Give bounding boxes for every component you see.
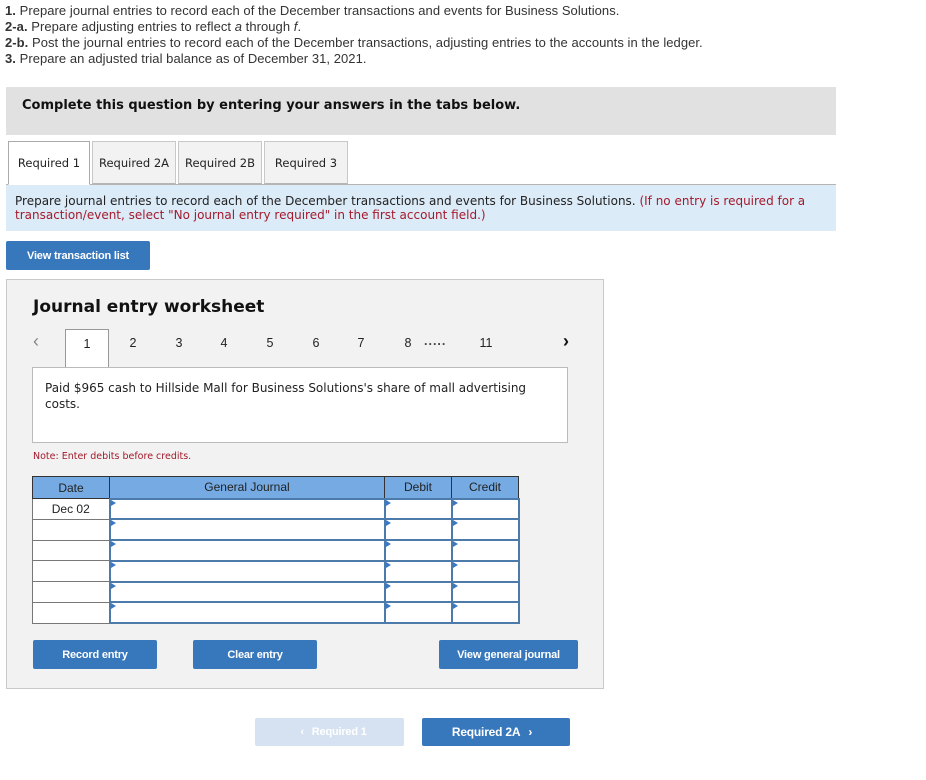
credit-field[interactable] [450, 518, 520, 542]
debit-field[interactable] [383, 601, 453, 625]
prev-entry-icon[interactable]: ‹ [33, 331, 39, 352]
instructions-panel: Prepare journal entries to record each o… [6, 185, 836, 231]
view-transaction-list-button[interactable]: View transaction list [6, 241, 150, 270]
table-row [32, 539, 520, 562]
page-1[interactable]: 1 [65, 329, 109, 367]
table-row [32, 601, 520, 625]
date-cell[interactable] [32, 518, 110, 541]
transaction-description: Paid $965 cash to Hillside Mall for Busi… [32, 367, 568, 443]
account-field[interactable] [108, 580, 386, 604]
credit-field[interactable] [450, 497, 520, 521]
tab-required-2b[interactable]: Required 2B [178, 141, 262, 184]
page-8[interactable]: 8 [398, 336, 418, 350]
dropdown-marker-icon [110, 561, 116, 568]
instruction-3: 3. Prepare an adjusted trial balance as … [5, 51, 367, 66]
journal-header-row: Date General Journal Debit Credit [32, 476, 519, 499]
table-row [32, 580, 520, 604]
clear-entry-button[interactable]: Clear entry [193, 640, 317, 669]
chevron-right-icon: › [528, 725, 533, 739]
page-3[interactable]: 3 [169, 336, 189, 350]
date-cell[interactable] [32, 581, 110, 603]
table-row [32, 518, 520, 542]
input-marker-icon [385, 603, 391, 610]
credit-field[interactable] [450, 580, 520, 604]
page-7[interactable]: 7 [351, 336, 371, 350]
dropdown-marker-icon [110, 520, 116, 527]
input-marker-icon [452, 499, 458, 506]
account-field[interactable] [108, 559, 386, 583]
header-debit: Debit [384, 476, 452, 499]
dropdown-marker-icon [110, 499, 116, 506]
header-credit: Credit [451, 476, 519, 499]
record-entry-button[interactable]: Record entry [33, 640, 157, 669]
next-entry-icon[interactable]: › [563, 331, 569, 352]
credit-field[interactable] [450, 559, 520, 583]
input-marker-icon [452, 561, 458, 568]
chevron-left-icon: ‹ [300, 726, 304, 738]
date-cell[interactable] [32, 601, 110, 624]
pager-ellipsis: ..... [424, 334, 447, 348]
table-row [32, 559, 520, 583]
input-marker-icon [452, 520, 458, 527]
page-5[interactable]: 5 [260, 336, 280, 350]
input-marker-icon [452, 582, 458, 589]
journal-entry-worksheet: Journal entry worksheet ‹ 1 2 3 4 5 6 7 … [6, 279, 604, 689]
debit-field[interactable] [383, 559, 453, 583]
account-field[interactable] [108, 518, 386, 542]
input-marker-icon [452, 541, 458, 548]
input-marker-icon [385, 561, 391, 568]
input-marker-icon [452, 603, 458, 610]
instruction-2a: 2-a. Prepare adjusting entries to reflec… [5, 19, 302, 34]
tab-required-1[interactable]: Required 1 [8, 141, 90, 185]
input-marker-icon [385, 499, 391, 506]
table-row: Dec 02 [32, 497, 520, 521]
tab-bar: Required 1 Required 2A Required 2B Requi… [8, 141, 350, 185]
account-field[interactable] [108, 601, 386, 625]
dropdown-marker-icon [110, 603, 116, 610]
debits-note: Note: Enter debits before credits. [33, 451, 192, 462]
view-general-journal-button[interactable]: View general journal [439, 640, 578, 669]
instruction-banner: Complete this question by entering your … [6, 87, 836, 135]
tab-required-3[interactable]: Required 3 [264, 141, 348, 184]
prev-required-button: ‹ Required 1 [255, 718, 404, 746]
date-cell[interactable] [32, 539, 110, 562]
instructions: 1. Prepare journal entries to record eac… [5, 3, 703, 67]
dropdown-marker-icon [110, 582, 116, 589]
credit-field[interactable] [450, 539, 520, 562]
input-marker-icon [385, 541, 391, 548]
page-4[interactable]: 4 [214, 336, 234, 350]
date-cell[interactable] [32, 560, 110, 583]
worksheet-title: Journal entry worksheet [33, 297, 265, 317]
debit-field[interactable] [383, 497, 453, 521]
debit-field[interactable] [383, 518, 453, 542]
account-field[interactable] [108, 539, 386, 562]
journal-table: Date General Journal Debit Credit Dec 02 [32, 476, 520, 625]
header-general-journal: General Journal [109, 476, 385, 499]
page-6[interactable]: 6 [306, 336, 326, 350]
instruction-1: 1. Prepare journal entries to record eac… [5, 3, 620, 18]
page-2[interactable]: 2 [123, 336, 143, 350]
date-cell[interactable]: Dec 02 [32, 498, 110, 520]
credit-field[interactable] [450, 601, 520, 625]
page-11[interactable]: 11 [476, 336, 496, 350]
dropdown-marker-icon [110, 541, 116, 548]
next-required-button[interactable]: Required 2A › [422, 718, 570, 746]
instruction-2b: 2-b. Post the journal entries to record … [5, 35, 703, 50]
debit-field[interactable] [383, 539, 453, 562]
tab-required-2a[interactable]: Required 2A [92, 141, 176, 184]
entry-pager: ‹ 1 2 3 4 5 6 7 8 ..... 11 › [7, 329, 605, 367]
account-field[interactable] [108, 497, 386, 521]
input-marker-icon [385, 520, 391, 527]
input-marker-icon [385, 582, 391, 589]
header-date: Date [32, 476, 110, 499]
debit-field[interactable] [383, 580, 453, 604]
